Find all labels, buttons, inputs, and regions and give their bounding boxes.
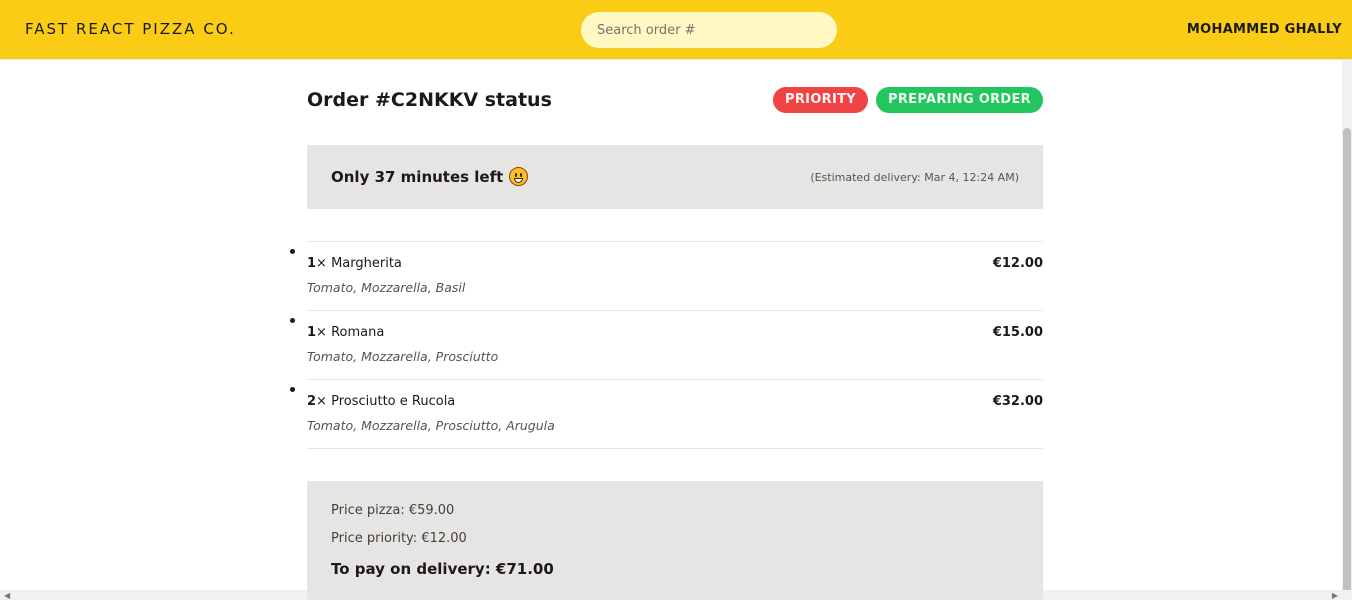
item-name: Prosciutto e Rucola	[331, 394, 456, 409]
priority-badge: PRIORITY	[773, 87, 869, 113]
price-pizza: Price pizza: €59.00	[331, 503, 455, 518]
item-quantity: 1	[307, 256, 317, 271]
scroll-left-arrow-icon[interactable]: ◀	[4, 591, 10, 600]
order-title: Order #C2NKKV status	[307, 89, 552, 111]
status-badge: PREPARING ORDER	[876, 87, 1043, 113]
estimated-delivery: (Estimated delivery: Mar 4, 12:24 AM)	[810, 171, 1019, 184]
vertical-scrollbar-thumb[interactable]	[1343, 128, 1351, 598]
order-item-title: 2× Prosciutto e Rucola	[307, 394, 455, 409]
vertical-scrollbar[interactable]	[1342, 60, 1352, 598]
item-name: Romana	[331, 325, 385, 340]
grinning-face-emoji-icon	[509, 167, 529, 186]
item-times: ×	[316, 394, 327, 409]
search-order-input[interactable]	[581, 12, 837, 48]
item-price: €32.00	[992, 394, 1043, 409]
order-item: 1× Romana €15.00 Tomato, Mozzarella, Pro…	[307, 311, 1043, 380]
scroll-right-arrow-icon[interactable]: ▶	[1332, 591, 1338, 600]
order-item-title: 1× Margherita	[307, 256, 402, 271]
price-summary-panel: Price pizza: €59.00 Price priority: €12.…	[307, 481, 1043, 600]
logo-link[interactable]: FAST REACT PIZZA CO.	[25, 20, 236, 38]
item-quantity: 2	[307, 394, 317, 409]
delivery-eta-panel: Only 37 minutes left (Estimated delivery…	[307, 145, 1043, 209]
order-item: 1× Margherita €12.00 Tomato, Mozzarella,…	[307, 242, 1043, 311]
order-title-row: Order #C2NKKV status PRIORITY PREPARING …	[307, 87, 1043, 113]
item-times: ×	[316, 256, 327, 271]
item-times: ×	[316, 325, 327, 340]
eta-message: Only 37 minutes left	[331, 167, 529, 186]
app-header: FAST REACT PIZZA CO. Mohammed Ghally	[0, 0, 1352, 60]
order-item-title: 1× Romana	[307, 325, 384, 340]
username: Mohammed Ghally	[1186, 22, 1342, 37]
price-priority: Price priority: €12.00	[331, 531, 467, 546]
item-ingredients: Tomato, Mozzarella, Prosciutto, Arugula	[307, 418, 555, 433]
order-items-list: 1× Margherita €12.00 Tomato, Mozzarella,…	[307, 241, 1043, 449]
eta-message-text: Only 37 minutes left	[331, 167, 504, 186]
item-quantity: 1	[307, 325, 317, 340]
to-pay-on-delivery: To pay on delivery: €71.00	[331, 560, 554, 578]
item-price: €12.00	[992, 256, 1043, 271]
order-item: 2× Prosciutto e Rucola €32.00 Tomato, Mo…	[307, 380, 1043, 449]
item-ingredients: Tomato, Mozzarella, Prosciutto	[307, 349, 499, 364]
item-name: Margherita	[331, 256, 402, 271]
order-badges: PRIORITY PREPARING ORDER	[773, 87, 1043, 113]
item-price: €15.00	[992, 325, 1043, 340]
item-ingredients: Tomato, Mozzarella, Basil	[307, 280, 466, 295]
